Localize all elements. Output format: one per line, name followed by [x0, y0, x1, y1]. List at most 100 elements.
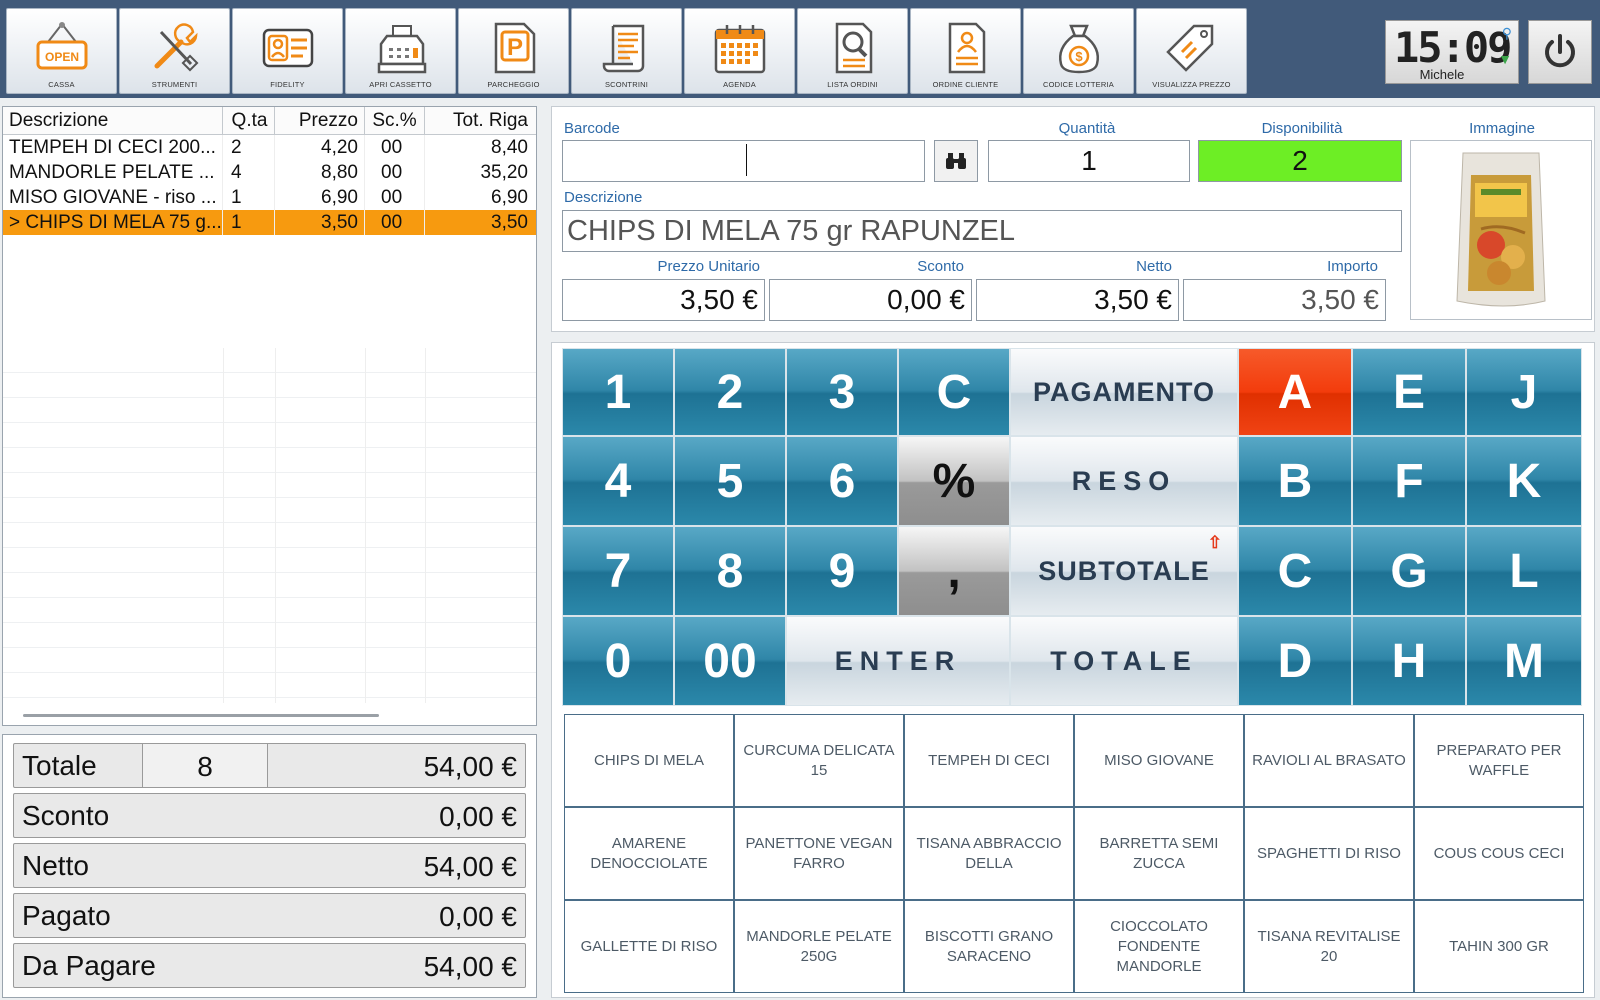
cash-register-icon [377, 25, 426, 74]
keypad-panel: 1 2 3 C PAGAMENTO A E J 4 5 6 % RESO B F… [551, 342, 1595, 998]
scontrini-button[interactable]: SCONTRINI [571, 8, 682, 94]
key-00[interactable]: 00 [674, 616, 786, 706]
da-pagare-row: Da Pagare 54,00 € [13, 943, 526, 988]
key-0[interactable]: 0 [562, 616, 674, 706]
letter-key-e[interactable]: E [1352, 348, 1466, 436]
key-6[interactable]: 6 [786, 436, 898, 526]
product-button-panettone-vegan-farro[interactable]: PANETTONE VEGAN FARRO [734, 807, 904, 900]
amount-field: 3,50 € [1183, 279, 1386, 321]
letter-key-d[interactable]: D [1238, 616, 1352, 706]
table-row[interactable]: MISO GIOVANE - riso ... 1 6,90 00 6,90 [3, 185, 536, 210]
table-row[interactable]: TEMPEH DI CECI 200... 2 4,20 00 8,40 [3, 135, 536, 160]
letter-key-h[interactable]: H [1352, 616, 1466, 706]
letter-key-j[interactable]: J [1466, 348, 1582, 436]
letter-key-g[interactable]: G [1352, 526, 1466, 616]
key-5[interactable]: 5 [674, 436, 786, 526]
sconto-value: 0,00 € [439, 801, 517, 832]
key-icon: ⚲ [1501, 25, 1512, 41]
horizontal-scrollbar[interactable] [23, 714, 379, 717]
key-7[interactable]: 7 [562, 526, 674, 616]
letter-key-c[interactable]: C [1238, 526, 1352, 616]
row-price: 4,20 [275, 135, 365, 160]
product-button-tempeh-di-ceci[interactable]: TEMPEH DI CECI [904, 714, 1074, 807]
reso-button[interactable]: RESO [1010, 436, 1238, 526]
fidelity-button[interactable]: FIDELITY [232, 8, 343, 94]
product-button-tisana-abbraccio[interactable]: TISANA ABBRACCIO DELLA [904, 807, 1074, 900]
open-sign-icon: OPEN [36, 22, 87, 70]
discount-field[interactable]: 0,00 € [769, 279, 972, 321]
letter-key-l[interactable]: L [1466, 526, 1582, 616]
product-button-miso-giovane[interactable]: MISO GIOVANE [1074, 714, 1244, 807]
scontrini-label: SCONTRINI [604, 80, 649, 89]
col-sconto[interactable]: Sc.% [365, 107, 425, 134]
pagamento-button[interactable]: PAGAMENTO [1010, 348, 1238, 436]
product-button-tisana-revitalise[interactable]: TISANA REVITALISE 20 [1244, 900, 1414, 993]
key-8[interactable]: 8 [674, 526, 786, 616]
enter-button[interactable]: ENTER [786, 616, 1010, 706]
key-1[interactable]: 1 [562, 348, 674, 436]
product-button-cioccolato-fondente[interactable]: CIOCCOLATO FONDENTE MANDORLE [1074, 900, 1244, 993]
percent-key[interactable]: % [898, 436, 1010, 526]
product-button-amarene-denocciolate[interactable]: AMARENE DENOCCIOLATE [564, 807, 734, 900]
lista-ordini-button[interactable]: LISTA ORDINI [797, 8, 908, 94]
totale-button[interactable]: TOTALE [1010, 616, 1238, 706]
key-2[interactable]: 2 [674, 348, 786, 436]
subtotale-button[interactable]: SUBTOTALE ⇧ [1010, 526, 1238, 616]
quantity-field[interactable]: 1 [988, 140, 1190, 182]
product-button-spaghetti-di-riso[interactable]: SPAGHETTI DI RISO [1244, 807, 1414, 900]
row-qty: 2 [223, 135, 275, 160]
unit-price-field[interactable]: 3,50 € [562, 279, 765, 321]
letter-key-a[interactable]: A [1238, 348, 1352, 436]
description-field[interactable]: CHIPS DI MELA 75 gr RAPUNZEL [562, 210, 1402, 252]
col-prezzo[interactable]: Prezzo [275, 107, 365, 134]
codice-lotteria-button[interactable]: $ CODICE LOTTERIA [1023, 8, 1134, 94]
letter-key-f[interactable]: F [1352, 436, 1466, 526]
cassa-button[interactable]: OPEN CASSA [6, 8, 117, 94]
agenda-button[interactable]: AGENDA [684, 8, 795, 94]
table-row[interactable]: MANDORLE PELATE ... 4 8,80 00 35,20 [3, 160, 536, 185]
col-qta[interactable]: Q.ta [223, 107, 275, 134]
product-button-tahin[interactable]: TAHIN 300 GR [1414, 900, 1584, 993]
product-button-barretta-semi-zucca[interactable]: BARRETTA SEMI ZUCCA [1074, 807, 1244, 900]
comma-key[interactable]: , [898, 526, 1010, 616]
letter-key-b[interactable]: B [1238, 436, 1352, 526]
search-product-button[interactable] [934, 140, 978, 182]
product-button-biscotti-grano-saraceno[interactable]: BISCOTTI GRANO SARACENO [904, 900, 1074, 993]
apri-cassetto-button[interactable]: APRI CASSETTO [345, 8, 456, 94]
key-3[interactable]: 3 [786, 348, 898, 436]
totale-label: Totale [22, 750, 97, 781]
item-entry-panel: Barcode Quantità 1 Disponibilità 2 Immag… [551, 106, 1595, 332]
netto-value: 54,00 € [423, 851, 517, 882]
clock-panel: 15:09 ⚲ ▼ Michele [1385, 20, 1519, 84]
product-button-mandorle-pelate[interactable]: MANDORLE PELATE 250G [734, 900, 904, 993]
row-discount: 00 [365, 135, 425, 160]
row-total: 3,50 [491, 212, 528, 233]
key-9[interactable]: 9 [786, 526, 898, 616]
da-pagare-value: 54,00 € [423, 951, 517, 982]
row-total: 6,90 [491, 187, 528, 208]
key-4[interactable]: 4 [562, 436, 674, 526]
barcode-input[interactable] [562, 140, 925, 182]
parking-icon: P [494, 22, 535, 74]
product-button-preparato-per-waffle[interactable]: PREPARATO PER WAFFLE [1414, 714, 1584, 807]
col-descrizione[interactable]: Descrizione [3, 107, 223, 134]
product-button-cous-cous-ceci[interactable]: COUS COUS CECI [1414, 807, 1584, 900]
ordine-cliente-button[interactable]: ORDINE CLIENTE [910, 8, 1021, 94]
visualizza-prezzo-button[interactable]: VISUALIZZA PREZZO [1136, 8, 1247, 94]
letter-key-m[interactable]: M [1466, 616, 1582, 706]
table-row-selected[interactable]: > CHIPS DI MELA 75 g... 1 3,50 00 3,50 [3, 210, 536, 235]
product-image [1410, 140, 1592, 320]
product-button-chips-di-mela[interactable]: CHIPS DI MELA [564, 714, 734, 807]
net-field[interactable]: 3,50 € [976, 279, 1179, 321]
clear-button[interactable]: C [898, 348, 1010, 436]
product-button-gallette-di-riso[interactable]: GALLETTE DI RISO [564, 900, 734, 993]
product-button-ravioli-al-brasato[interactable]: RAVIOLI AL BRASATO [1244, 714, 1414, 807]
sconto-row: Sconto 0,00 € [13, 793, 526, 838]
parcheggio-button[interactable]: P PARCHEGGIO [458, 8, 569, 94]
product-button-curcuma-delicata[interactable]: CURCUMA DELICATA 15 [734, 714, 904, 807]
power-button[interactable] [1528, 20, 1592, 84]
row-price: 3,50 [275, 210, 365, 235]
col-tot-riga[interactable]: Tot. Riga [425, 107, 536, 134]
strumenti-button[interactable]: STRUMENTI [119, 8, 230, 94]
letter-key-k[interactable]: K [1466, 436, 1582, 526]
